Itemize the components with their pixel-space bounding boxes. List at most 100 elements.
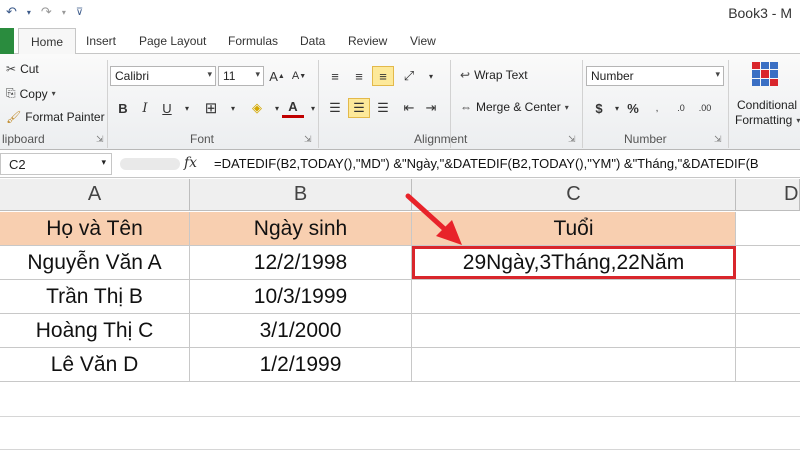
table-cell[interactable]: Lê Văn D	[0, 348, 190, 382]
paintbrush-icon: 🖌	[6, 110, 22, 124]
wrap-text-button[interactable]: ↩ Wrap Text	[460, 68, 528, 82]
header-cell-birthdate[interactable]: Ngày sinh	[190, 212, 412, 246]
percent-button[interactable]: %	[622, 98, 644, 118]
conditional-formatting-button[interactable]: Conditional	[737, 98, 797, 112]
tab-page-layout[interactable]: Page Layout	[139, 34, 206, 48]
cell[interactable]	[736, 212, 800, 246]
chevron-down-icon[interactable]: ▾	[176, 98, 198, 118]
font-name-combo[interactable]: Calibri ▾	[110, 66, 216, 86]
format-painter-button[interactable]: 🖌 Format Painter	[6, 110, 105, 124]
name-box[interactable]: C2 ▾	[0, 153, 112, 175]
ribbon-tabs: Home Insert Page Layout Formulas Data Re…	[0, 28, 800, 55]
cut-label: Cut	[20, 62, 39, 76]
chevron-down-icon: ▾	[207, 69, 212, 79]
table-cell[interactable]: 1/2/1999	[190, 348, 412, 382]
fill-color-icon[interactable]: ◈	[246, 98, 268, 118]
cell[interactable]	[736, 280, 800, 314]
column-header-d[interactable]: D	[736, 179, 800, 211]
cut-button[interactable]: ✂ Cut	[6, 62, 39, 76]
chevron-down-icon[interactable]: ▾	[420, 66, 442, 86]
cell[interactable]	[736, 246, 800, 280]
separator	[582, 60, 583, 148]
formula-bar-splitter[interactable]	[120, 158, 180, 170]
tab-home[interactable]: Home	[18, 28, 77, 55]
tab-review[interactable]: Review	[348, 34, 387, 48]
copy-button[interactable]: ⎘ Copy ▾	[6, 86, 56, 101]
tab-insert[interactable]: Insert	[86, 34, 116, 48]
table-cell[interactable]	[412, 348, 736, 382]
font-size-combo[interactable]: 11 ▾	[218, 66, 264, 86]
align-center-icon[interactable]: ☰	[348, 98, 370, 118]
decrease-indent-icon[interactable]: ⇤	[398, 98, 420, 118]
chevron-down-icon: ▾	[101, 157, 106, 167]
copy-label: Copy	[19, 86, 48, 101]
align-top-icon[interactable]: ≡	[324, 66, 346, 86]
annotation-arrow-icon	[405, 193, 462, 245]
font-name-value: Calibri	[115, 69, 150, 83]
table-cell[interactable]: 3/1/2000	[190, 314, 412, 348]
italic-button[interactable]: I	[134, 98, 156, 118]
table-cell[interactable]: Trần Thị B	[0, 280, 190, 314]
customize-toolbar-icon[interactable]: ⊽	[76, 7, 83, 18]
font-size-value: 11	[223, 69, 236, 83]
insert-function-icon[interactable]: fx	[184, 155, 197, 171]
file-tab[interactable]	[0, 28, 14, 54]
redo-icon[interactable]: ↷	[41, 4, 52, 20]
align-bottom-icon[interactable]: ≡	[372, 66, 394, 86]
table-cell[interactable]: 10/3/1999	[190, 280, 412, 314]
chevron-down-icon: ▾	[255, 69, 260, 79]
table-cell[interactable]: 12/2/1998	[190, 246, 412, 280]
header-cell-name[interactable]: Họ và Tên	[0, 212, 190, 246]
increase-decimal-icon[interactable]: .0	[670, 98, 692, 118]
separator	[318, 60, 319, 148]
font-group-label: Font	[190, 132, 215, 146]
formula-input[interactable]: =DATEDIF(B2,TODAY(),"MD") &"Ngày,"&DATED…	[214, 156, 759, 171]
borders-icon[interactable]: ⊞	[200, 98, 222, 118]
conditional-label: Conditional	[737, 98, 798, 112]
tab-data[interactable]: Data	[300, 34, 325, 48]
selected-cell-highlight	[412, 246, 736, 279]
table-cell[interactable]	[412, 280, 736, 314]
tab-view[interactable]: View	[410, 34, 436, 48]
chevron-down-icon[interactable]: ▾	[222, 98, 244, 118]
undo-icon[interactable]: ↶	[6, 4, 17, 20]
undo-dropdown-icon[interactable]: ▾	[27, 8, 31, 17]
redo-dropdown-icon[interactable]: ▾	[62, 8, 66, 17]
tab-formulas[interactable]: Formulas	[228, 34, 278, 48]
shrink-font-icon[interactable]: A ▼	[288, 66, 310, 86]
merge-icon: ⇔	[460, 100, 472, 114]
table-cell[interactable]: Hoàng Thị C	[0, 314, 190, 348]
column-header-a[interactable]: A	[0, 179, 190, 211]
conditional-formatting-button-line2[interactable]: Formatting ▾	[735, 113, 800, 127]
name-box-value: C2	[9, 157, 26, 172]
align-left-icon[interactable]: ☰	[324, 98, 346, 118]
increase-indent-icon[interactable]: ⇥	[420, 98, 442, 118]
alignment-launcher-icon[interactable]: ⇲	[568, 134, 576, 145]
wrap-text-label: Wrap Text	[474, 68, 528, 82]
merge-center-label: Merge & Center	[476, 100, 561, 114]
ribbon: ✂ Cut ⎘ Copy ▾ 🖌 Format Painter lipboard…	[0, 54, 800, 150]
table-cell[interactable]: Nguyễn Văn A	[0, 246, 190, 280]
number-launcher-icon[interactable]: ⇲	[714, 134, 722, 145]
column-header-b[interactable]: B	[190, 179, 412, 211]
chevron-down-icon[interactable]: ▾	[302, 98, 324, 118]
underline-button[interactable]: U	[156, 98, 178, 118]
grow-font-icon[interactable]: A ▲	[266, 66, 288, 86]
decrease-decimal-icon[interactable]: .00	[694, 98, 716, 118]
align-middle-icon[interactable]: ≡	[348, 66, 370, 86]
alignment-group-label: Alignment	[414, 132, 468, 146]
orientation-icon[interactable]: ⤢	[398, 66, 420, 86]
merge-center-button[interactable]: ⇔ Merge & Center ▾	[460, 100, 569, 114]
align-right-icon[interactable]: ☰	[372, 98, 394, 118]
font-color-icon[interactable]: A	[282, 98, 304, 118]
scissors-icon: ✂	[6, 62, 17, 76]
cell[interactable]	[736, 314, 800, 348]
comma-style-icon[interactable]: ,	[646, 98, 668, 118]
clipboard-launcher-icon[interactable]: ⇲	[96, 134, 104, 145]
bold-button[interactable]: B	[112, 98, 134, 118]
table-cell[interactable]	[412, 314, 736, 348]
font-launcher-icon[interactable]: ⇲	[304, 134, 312, 145]
number-group-label: Number	[624, 132, 667, 146]
cell[interactable]	[736, 348, 800, 382]
number-format-combo[interactable]: Number ▾	[586, 66, 724, 86]
